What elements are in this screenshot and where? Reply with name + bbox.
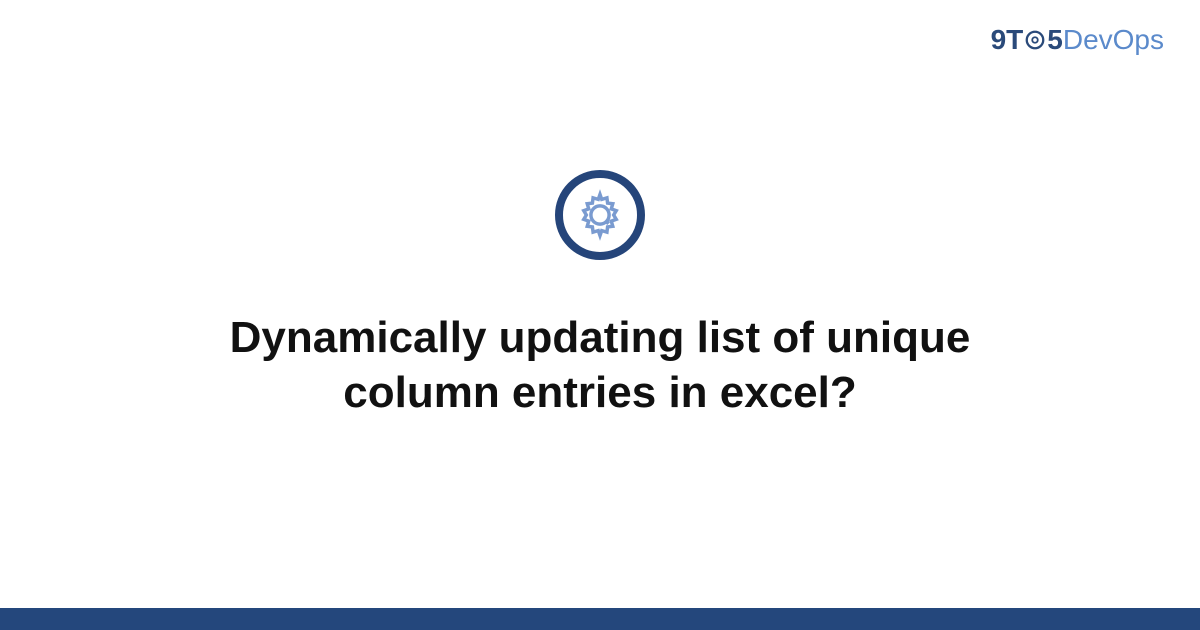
- main-content: Dynamically updating list of unique colu…: [0, 0, 1200, 630]
- footer-bar: [0, 608, 1200, 630]
- gear-icon-circle: [555, 170, 645, 260]
- gear-icon: [574, 189, 626, 241]
- page-title: Dynamically updating list of unique colu…: [150, 310, 1050, 420]
